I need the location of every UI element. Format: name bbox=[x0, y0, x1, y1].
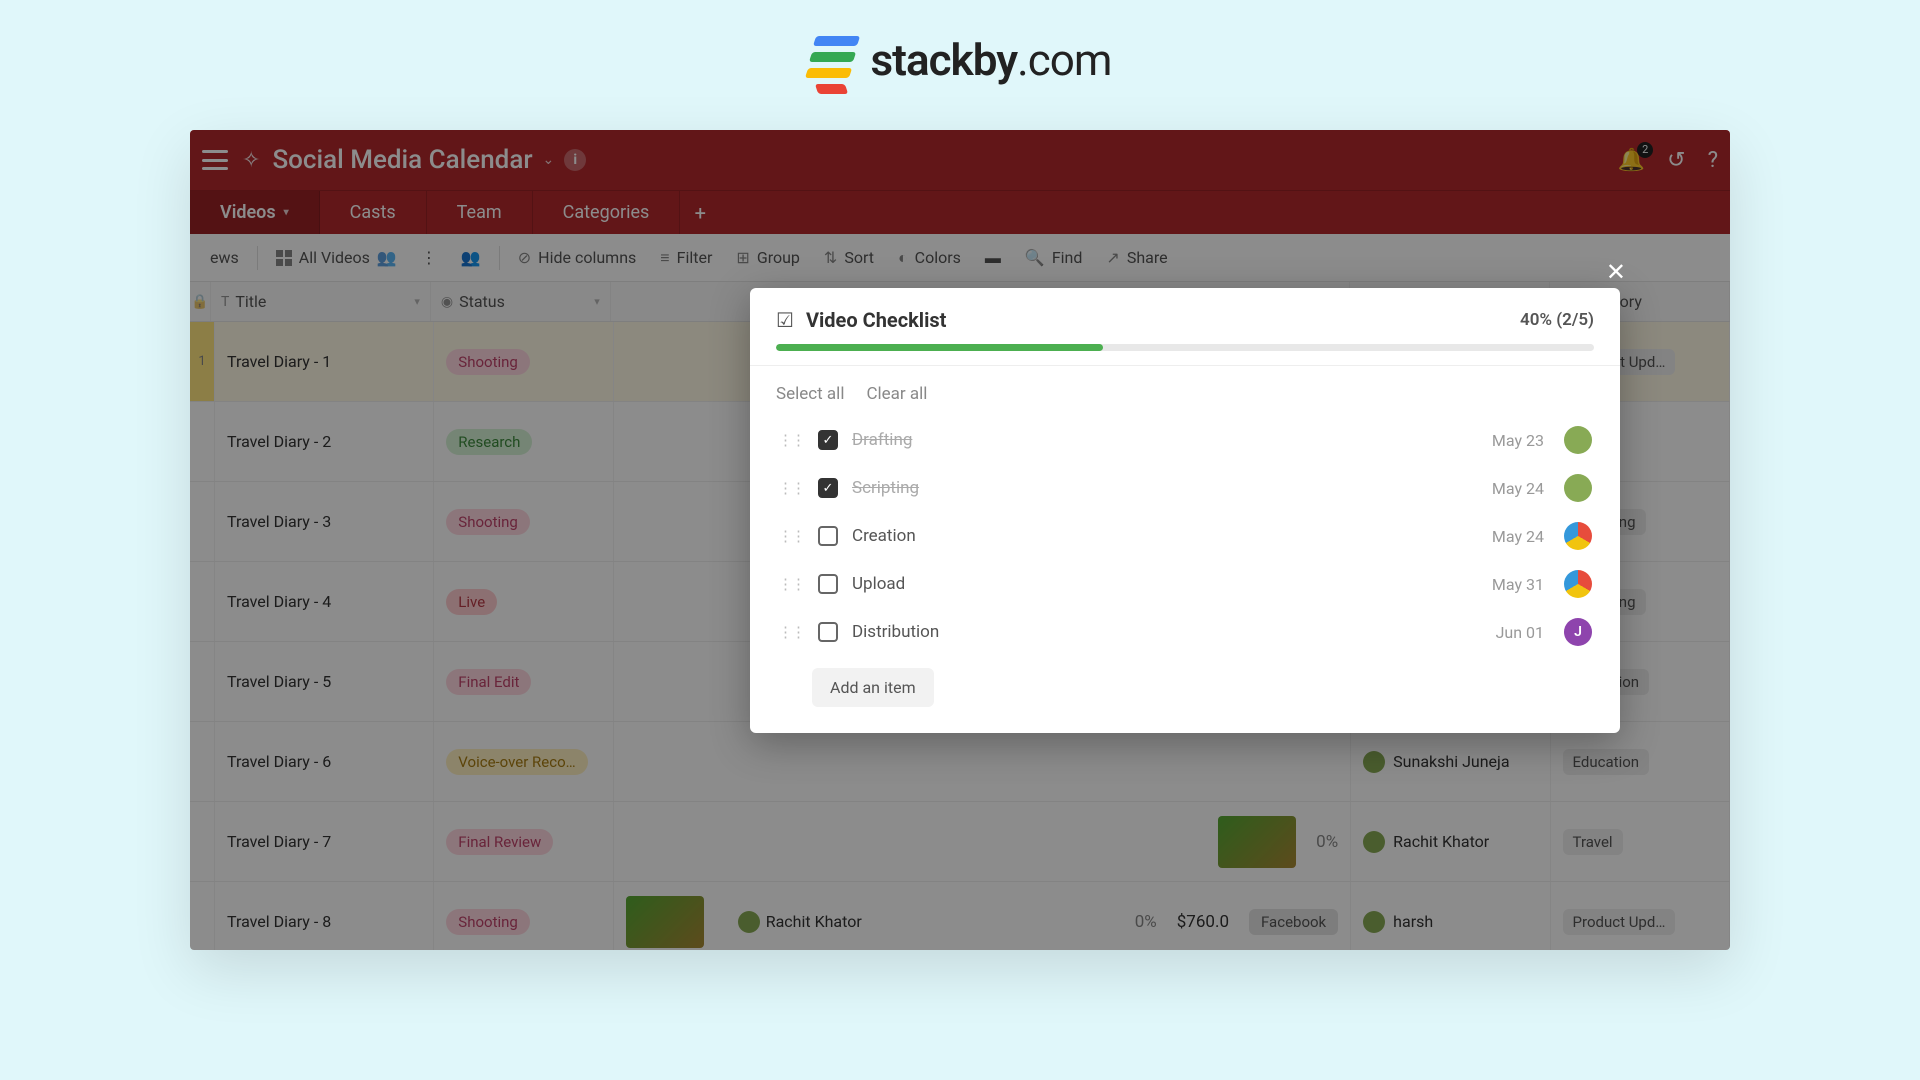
assignee-avatar[interactable] bbox=[1564, 522, 1592, 550]
drag-handle-icon[interactable]: ⋮⋮ bbox=[778, 527, 804, 545]
assignee-avatar[interactable] bbox=[1564, 426, 1592, 454]
assignee-avatar[interactable]: J bbox=[1564, 618, 1592, 646]
drag-handle-icon[interactable]: ⋮⋮ bbox=[778, 479, 804, 497]
checklist-label[interactable]: Creation bbox=[852, 526, 1478, 546]
checklist-item: ⋮⋮ Upload May 31 bbox=[776, 562, 1594, 606]
due-date: May 24 bbox=[1492, 479, 1544, 498]
drag-handle-icon[interactable]: ⋮⋮ bbox=[778, 431, 804, 449]
checklist-items: ⋮⋮ ✓ Drafting May 23 ⋮⋮ ✓ Scripting May … bbox=[776, 418, 1594, 654]
due-date: May 31 bbox=[1492, 575, 1544, 594]
clear-all-button[interactable]: Clear all bbox=[866, 384, 927, 404]
checklist-label[interactable]: Upload bbox=[852, 574, 1478, 594]
brand-text: stackby.com bbox=[871, 34, 1112, 86]
checklist-label[interactable]: Scripting bbox=[852, 478, 1478, 498]
checklist-icon: ☑ bbox=[776, 308, 794, 332]
modal-title: Video Checklist bbox=[806, 308, 1508, 332]
checklist-label[interactable]: Drafting bbox=[852, 430, 1478, 450]
select-all-button[interactable]: Select all bbox=[776, 384, 844, 404]
drag-handle-icon[interactable]: ⋮⋮ bbox=[778, 575, 804, 593]
brand-mark-icon bbox=[809, 30, 859, 90]
close-icon[interactable]: ✕ bbox=[1606, 258, 1626, 286]
due-date: Jun 01 bbox=[1496, 623, 1544, 642]
brand-logo: stackby.com bbox=[809, 30, 1112, 90]
assignee-avatar[interactable] bbox=[1564, 570, 1592, 598]
checklist-modal: ✕ ☑ Video Checklist 40% (2/5) Select all… bbox=[750, 288, 1620, 733]
add-item-button[interactable]: Add an item bbox=[812, 668, 934, 707]
drag-handle-icon[interactable]: ⋮⋮ bbox=[778, 623, 804, 641]
checkbox[interactable] bbox=[818, 622, 838, 642]
checkbox[interactable] bbox=[818, 574, 838, 594]
progress-bar bbox=[776, 344, 1594, 351]
checkbox[interactable]: ✓ bbox=[818, 478, 838, 498]
progress-label: 40% (2/5) bbox=[1520, 310, 1594, 330]
checklist-item: ⋮⋮ Creation May 24 bbox=[776, 514, 1594, 558]
checkbox[interactable] bbox=[818, 526, 838, 546]
assignee-avatar[interactable] bbox=[1564, 474, 1592, 502]
checklist-item: ⋮⋮ Distribution Jun 01 J bbox=[776, 610, 1594, 654]
checklist-label[interactable]: Distribution bbox=[852, 622, 1482, 642]
due-date: May 24 bbox=[1492, 527, 1544, 546]
checklist-item: ⋮⋮ ✓ Scripting May 24 bbox=[776, 466, 1594, 510]
due-date: May 23 bbox=[1492, 431, 1544, 450]
checklist-item: ⋮⋮ ✓ Drafting May 23 bbox=[776, 418, 1594, 462]
checkbox[interactable]: ✓ bbox=[818, 430, 838, 450]
progress-fill bbox=[776, 344, 1103, 351]
